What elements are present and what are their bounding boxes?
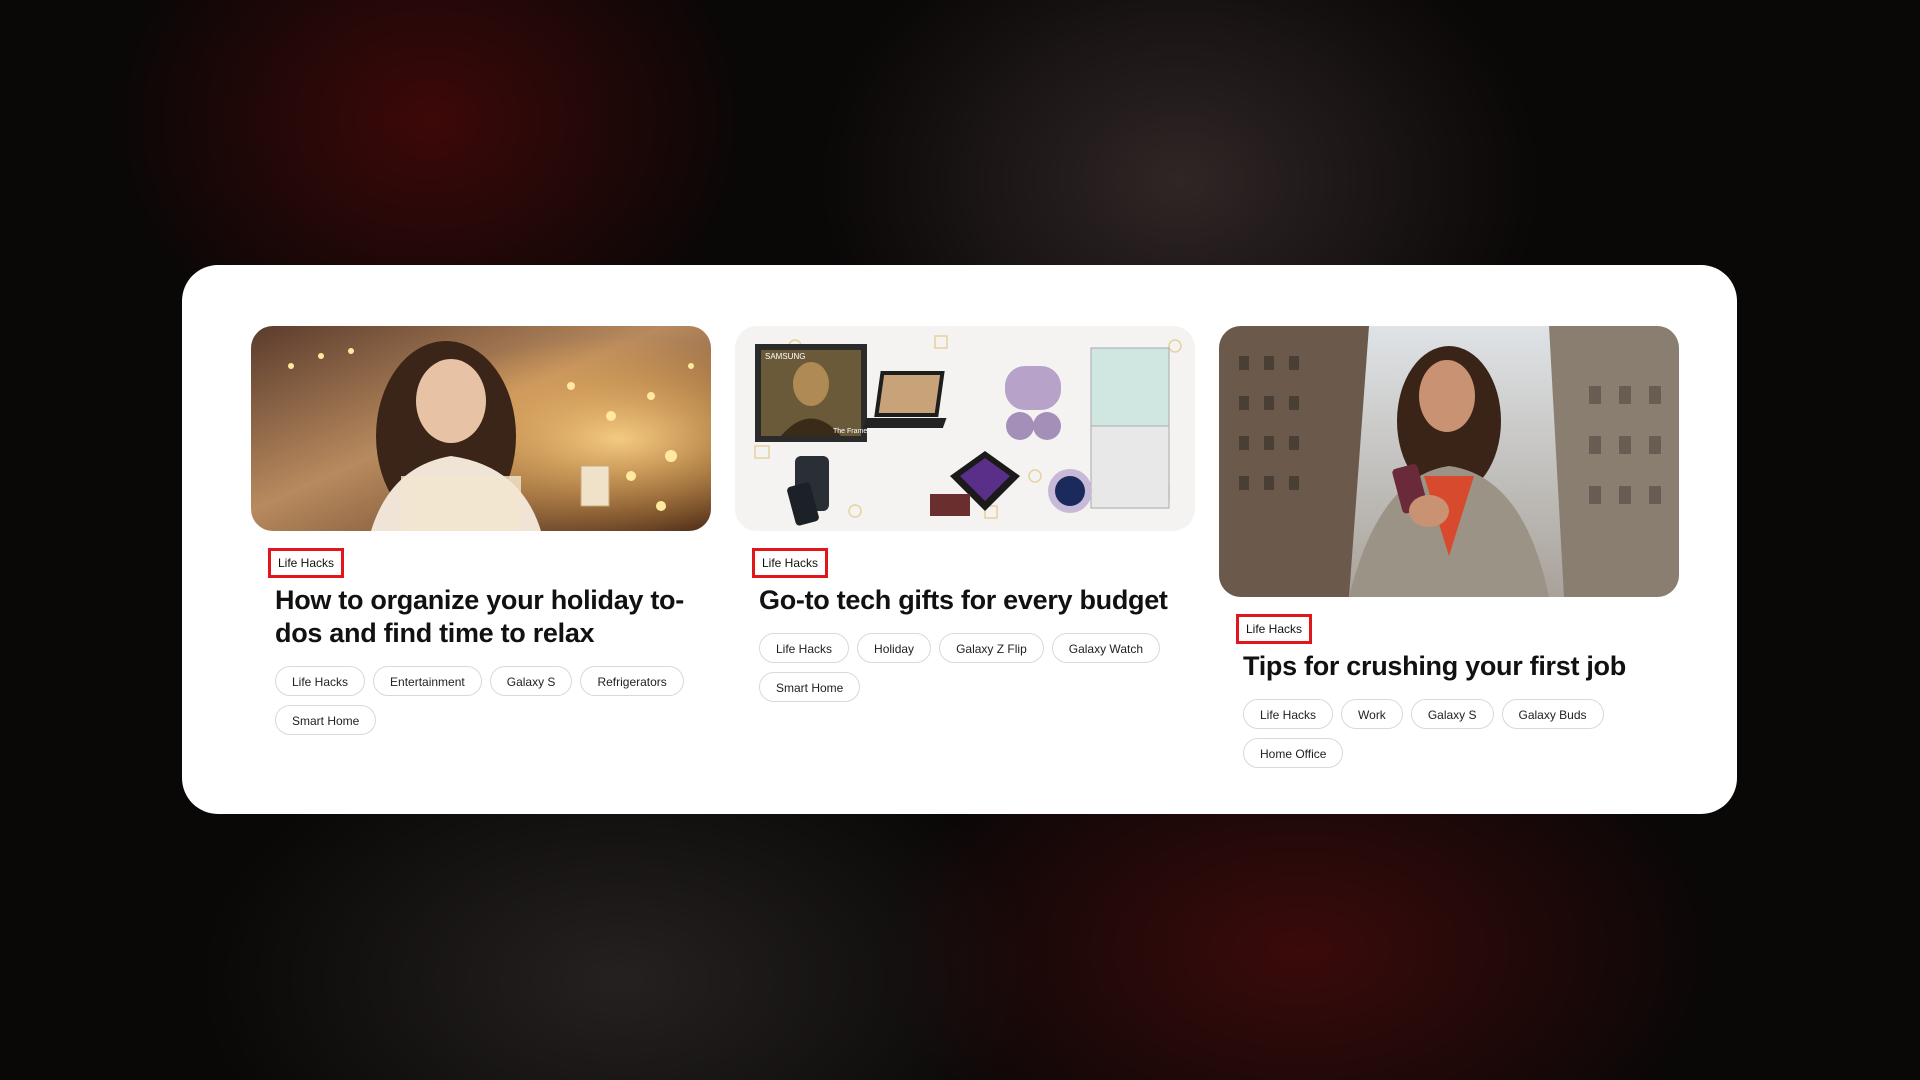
tag-chip[interactable]: Home Office [1243, 738, 1344, 768]
articles-panel: Life Hacks How to organize your holiday … [182, 265, 1737, 814]
tag-chip[interactable]: Galaxy Z Flip [939, 633, 1044, 663]
tag-chip[interactable]: Life Hacks [275, 666, 366, 696]
category-label[interactable]: Life Hacks [752, 548, 829, 578]
article-card-holiday[interactable]: Life Hacks How to organize your holiday … [251, 326, 711, 735]
tag-chip[interactable]: Smart Home [759, 672, 861, 702]
tag-list: Life Hacks Work Galaxy S Galaxy Buds Hom… [1243, 699, 1663, 768]
tag-chip[interactable]: Galaxy S [1410, 699, 1494, 729]
article-card-first-job[interactable]: Life Hacks Tips for crushing your first … [1219, 326, 1679, 768]
article-title[interactable]: How to organize your holiday to-dos and … [275, 584, 711, 650]
article-thumbnail[interactable] [1219, 326, 1679, 597]
category-label[interactable]: Life Hacks [1236, 614, 1313, 644]
article-thumbnail[interactable] [251, 326, 711, 531]
tag-chip[interactable]: Entertainment [373, 666, 482, 696]
tag-chip[interactable]: Life Hacks [1243, 699, 1334, 729]
tag-chip[interactable]: Refrigerators [580, 666, 684, 696]
woman-with-holiday-lights-photo [251, 326, 711, 531]
tag-chip[interactable]: Smart Home [275, 705, 377, 735]
tag-list: Life Hacks Entertainment Galaxy S Refrig… [275, 666, 695, 735]
tag-chip[interactable]: Work [1341, 699, 1403, 729]
tech-gifts-collage-photo: SAMSUNG The Frame [735, 326, 1195, 531]
article-thumbnail[interactable]: SAMSUNG The Frame [735, 326, 1195, 531]
samsung-brand-text: SAMSUNG [765, 352, 805, 361]
article-card-tech-gifts[interactable]: SAMSUNG The Frame Life Hacks Go-to tech … [735, 326, 1195, 702]
frame-caption-text: The Frame [833, 428, 867, 435]
tag-chip[interactable]: Holiday [857, 633, 932, 663]
tag-chip[interactable]: Galaxy S [489, 666, 573, 696]
tag-chip[interactable]: Galaxy Buds [1501, 699, 1604, 729]
tag-chip[interactable]: Galaxy Watch [1051, 633, 1160, 663]
tag-list: Life Hacks Holiday Galaxy Z Flip Galaxy … [759, 633, 1179, 702]
category-label[interactable]: Life Hacks [268, 548, 345, 578]
tag-chip[interactable]: Life Hacks [759, 633, 850, 663]
woman-with-phone-in-city-photo [1219, 326, 1679, 597]
article-title[interactable]: Go-to tech gifts for every budget [759, 584, 1195, 617]
article-title[interactable]: Tips for crushing your first job [1243, 650, 1679, 683]
